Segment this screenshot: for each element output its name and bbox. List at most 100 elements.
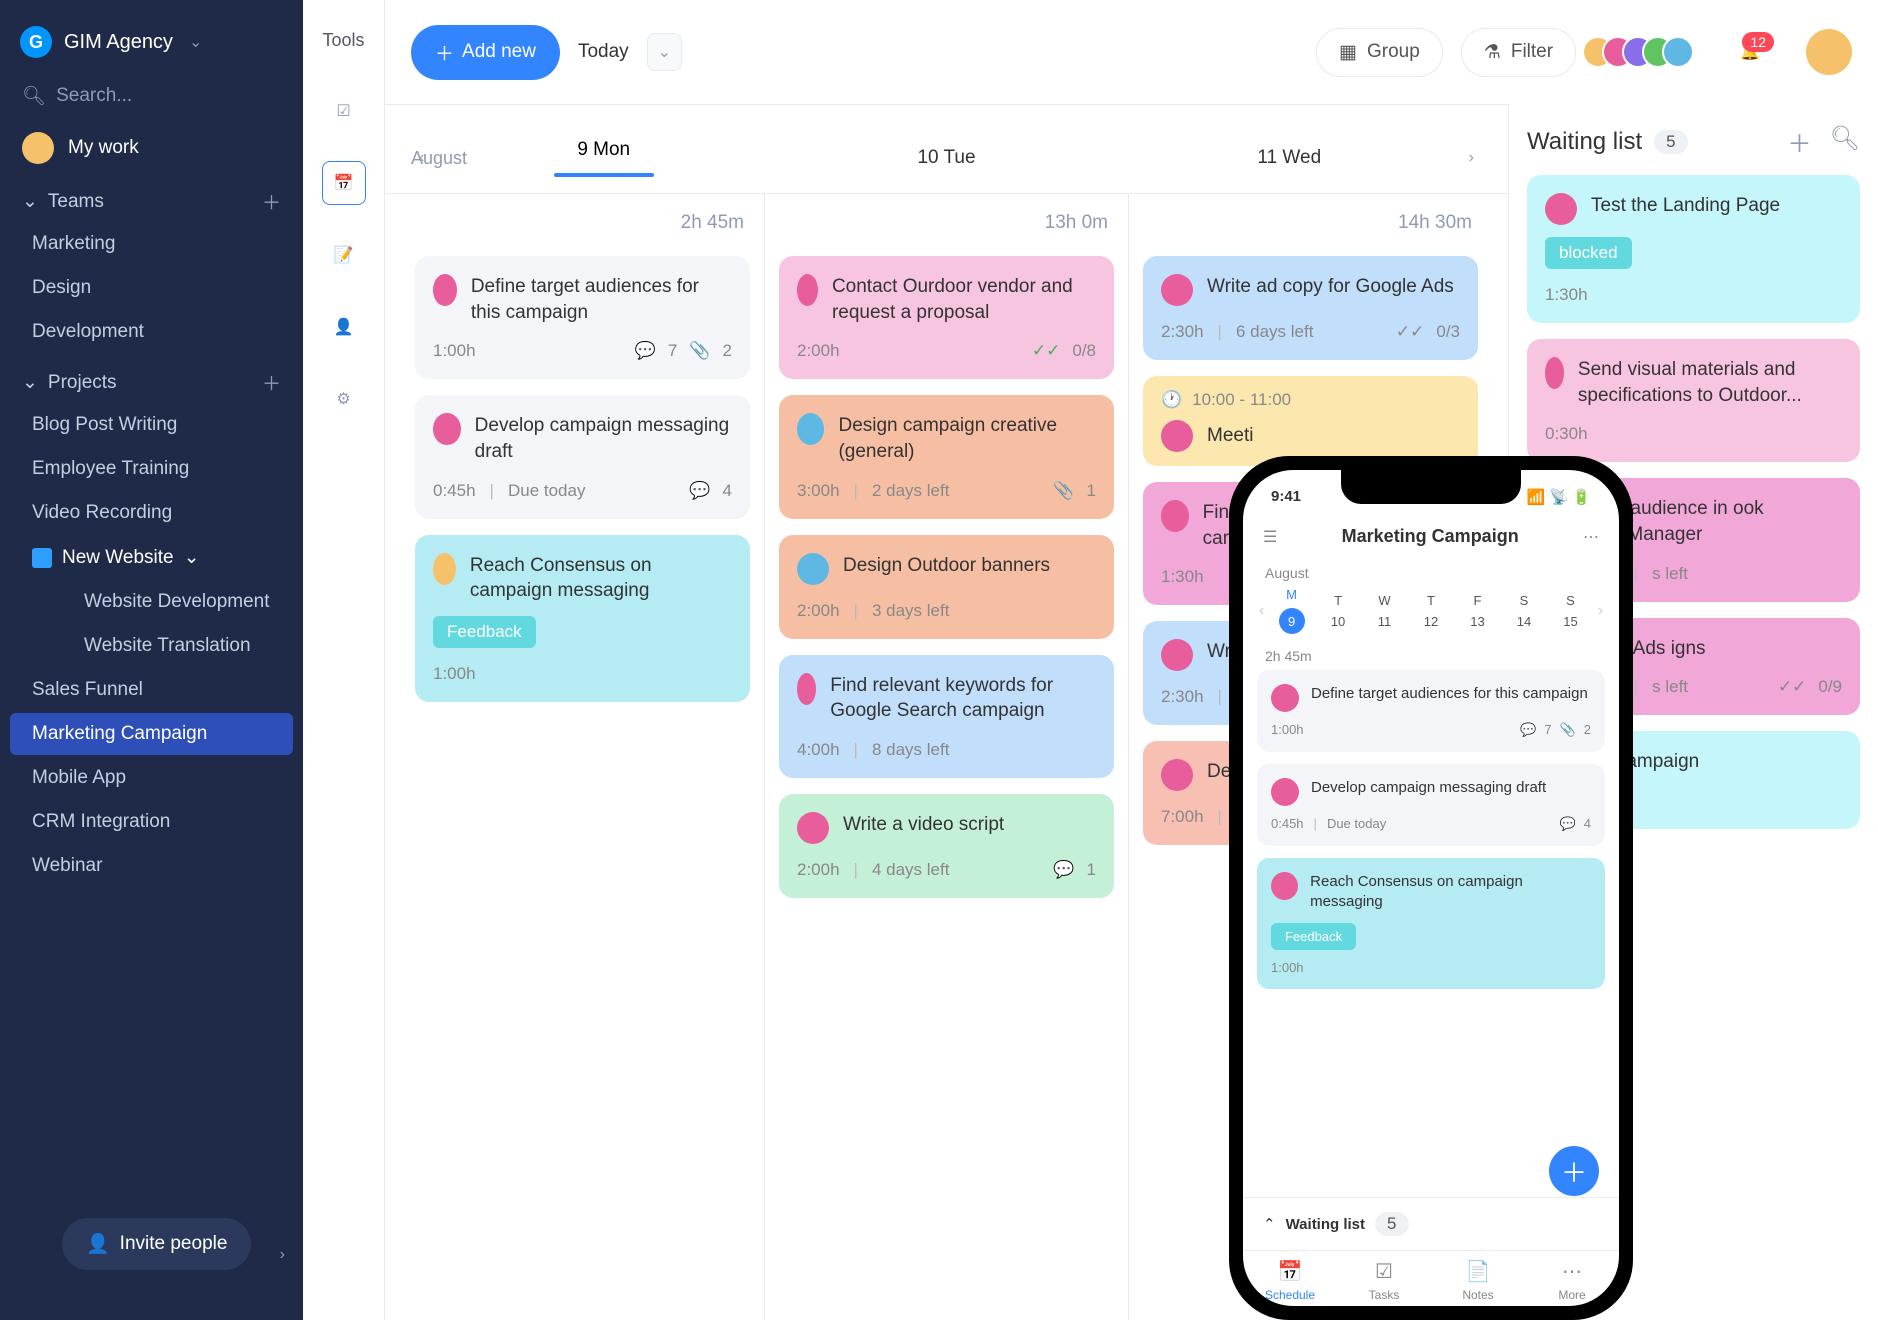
day-tab[interactable]: 11 Wed bbox=[1118, 131, 1461, 185]
phone-day[interactable]: S15 bbox=[1547, 593, 1593, 629]
team-item[interactable]: Marketing bbox=[10, 223, 293, 265]
more-icon: ⋯ bbox=[1525, 1259, 1619, 1284]
team-item[interactable]: Design bbox=[10, 267, 293, 309]
filter-icon: ⚗ bbox=[1484, 41, 1501, 64]
project-item[interactable]: Sales Funnel bbox=[10, 669, 293, 711]
avatar bbox=[797, 553, 829, 585]
phone-day[interactable]: S14 bbox=[1501, 593, 1547, 629]
phone-waiting-toggle[interactable]: ⌃ Waiting list 5 bbox=[1243, 1197, 1619, 1250]
avatar bbox=[1161, 274, 1193, 306]
projects-header[interactable]: ⌄ Projects ＋ bbox=[0, 355, 303, 402]
project-item[interactable]: Mobile App bbox=[10, 757, 293, 799]
workspace-logo: G bbox=[20, 26, 52, 58]
next-week-icon[interactable]: › bbox=[1594, 602, 1607, 620]
settings-tool-icon[interactable]: ⚙ bbox=[322, 377, 366, 421]
project-item[interactable]: Website Translation bbox=[10, 625, 293, 667]
prev-week-icon[interactable]: ‹ bbox=[1255, 602, 1268, 620]
task-card[interactable]: Develop campaign messaging draft 0:45h|D… bbox=[415, 395, 750, 518]
avatar bbox=[797, 413, 824, 445]
phone-task-card[interactable]: Define target audiences for this campaig… bbox=[1257, 670, 1605, 752]
menu-icon[interactable]: ☰ bbox=[1263, 527, 1277, 547]
comment-icon: 💬 bbox=[1520, 722, 1536, 738]
main-area: ＋ Add new Today ⌄ ▦ Group ⚗ Filter 🔔 12 bbox=[385, 0, 1878, 1320]
phone-notch bbox=[1341, 470, 1521, 504]
chevron-down-icon: ⌄ bbox=[22, 190, 38, 213]
comment-icon: 💬 bbox=[1053, 860, 1074, 880]
avatar bbox=[797, 274, 818, 306]
task-card[interactable]: Define target audiences for this campaig… bbox=[415, 256, 750, 379]
avatar bbox=[433, 553, 456, 585]
phone-tab-tasks[interactable]: ☑Tasks bbox=[1337, 1259, 1431, 1302]
current-user-avatar[interactable] bbox=[1806, 29, 1852, 75]
day-total: 14h 30m bbox=[1143, 212, 1478, 240]
add-project-button[interactable]: ＋ bbox=[262, 369, 281, 396]
phone-day[interactable]: W11 bbox=[1361, 593, 1407, 629]
task-card[interactable]: Write a video script 2:00h|4 days left💬1 bbox=[779, 794, 1114, 898]
group-button[interactable]: ▦ Group bbox=[1316, 28, 1443, 77]
day-tab[interactable]: 9 Mon bbox=[432, 123, 775, 193]
add-team-button[interactable]: ＋ bbox=[262, 188, 281, 215]
filter-button[interactable]: ⚗ Filter bbox=[1461, 28, 1576, 77]
collaborators[interactable] bbox=[1594, 36, 1694, 68]
phone-day[interactable]: T12 bbox=[1408, 593, 1454, 629]
day-total: 2h 45m bbox=[415, 212, 750, 240]
grid-icon: ▦ bbox=[1339, 41, 1357, 64]
phone-day-picker[interactable]: ‹ M9T10W11T12F13S14S15 › bbox=[1243, 587, 1619, 634]
my-work-link[interactable]: My work bbox=[0, 122, 303, 174]
day-tab[interactable]: 10 Tue bbox=[775, 131, 1118, 185]
phone-tab-schedule[interactable]: 📅Schedule bbox=[1243, 1259, 1337, 1302]
avatar bbox=[1271, 684, 1299, 712]
date-dropdown[interactable]: ⌄ bbox=[647, 33, 682, 71]
phone-day[interactable]: T10 bbox=[1315, 593, 1361, 629]
task-card[interactable]: Send visual materials and specifications… bbox=[1527, 339, 1860, 462]
workspace-selector[interactable]: G GIM Agency ⌄ bbox=[0, 14, 303, 70]
project-item[interactable]: CRM Integration bbox=[10, 801, 293, 843]
notifications-button[interactable]: 🔔 12 bbox=[1740, 42, 1760, 62]
invite-people-button[interactable]: 👤 Invite people bbox=[62, 1218, 251, 1270]
people-tool-icon[interactable]: 👤 bbox=[322, 305, 366, 349]
phone-day[interactable]: F13 bbox=[1454, 593, 1500, 629]
search-icon: 🔍︎ bbox=[22, 84, 46, 108]
task-card[interactable]: Write ad copy for Google Ads 2:30h|6 day… bbox=[1143, 256, 1478, 360]
tool-rail: Tools ☑ 📅 📝 👤 ⚙ bbox=[303, 0, 385, 1320]
project-item[interactable]: Employee Training bbox=[10, 448, 293, 490]
today-button[interactable]: Today bbox=[578, 41, 629, 63]
person-add-icon: 👤 bbox=[86, 1232, 110, 1256]
teams-header[interactable]: ⌄ Teams ＋ bbox=[0, 174, 303, 221]
team-item[interactable]: Development bbox=[10, 311, 293, 353]
task-card[interactable]: Find relevant keywords for Google Search… bbox=[779, 655, 1114, 778]
more-icon[interactable]: ⋯ bbox=[1583, 527, 1599, 547]
project-item[interactable]: Video Recording bbox=[10, 492, 293, 534]
sidebar: G GIM Agency ⌄ 🔍︎ Search... My work ⌄ Te… bbox=[0, 0, 303, 1320]
phone-task-card[interactable]: Develop campaign messaging draft 0:45h|D… bbox=[1257, 764, 1605, 846]
project-item[interactable]: Website Development bbox=[10, 581, 293, 623]
phone-day-total: 2h 45m bbox=[1243, 634, 1619, 670]
project-item-active[interactable]: Marketing Campaign bbox=[10, 713, 293, 755]
phone-tab-more[interactable]: ⋯More bbox=[1525, 1259, 1619, 1302]
calendar-tool-icon[interactable]: 📅 bbox=[322, 161, 366, 205]
date-header: August ‹ 9 Mon 10 Tue 11 Wed › bbox=[385, 104, 1508, 193]
task-card[interactable]: Contact Ourdoor vendor and request a pro… bbox=[779, 256, 1114, 379]
next-day-button[interactable]: › bbox=[1461, 141, 1482, 175]
phone-day[interactable]: M9 bbox=[1268, 587, 1314, 634]
avatar bbox=[1161, 639, 1193, 671]
task-card[interactable]: Test the Landing Page blocked 1:30h bbox=[1527, 175, 1860, 323]
phone-task-card[interactable]: Reach Consensus on campaign messaging Fe… bbox=[1257, 858, 1605, 989]
phone-tab-notes[interactable]: 📄Notes bbox=[1431, 1259, 1525, 1302]
search-waiting-button[interactable]: 🔍︎ bbox=[1830, 124, 1860, 159]
task-card[interactable]: Reach Consensus on campaign messaging Fe… bbox=[415, 535, 750, 702]
checkbox-tool-icon[interactable]: ☑ bbox=[322, 89, 366, 133]
add-waiting-button[interactable]: ＋ bbox=[1788, 124, 1812, 159]
project-folder[interactable]: New Website ⌄ bbox=[10, 536, 293, 579]
add-new-button[interactable]: ＋ Add new bbox=[411, 25, 560, 80]
project-item[interactable]: Webinar bbox=[10, 845, 293, 887]
search-input[interactable]: 🔍︎ Search... bbox=[0, 70, 303, 122]
chevron-down-icon: ⌄ bbox=[658, 44, 671, 61]
notes-tool-icon[interactable]: 📝 bbox=[322, 233, 366, 277]
task-card[interactable]: Design Outdoor banners 2:00h|3 days left bbox=[779, 535, 1114, 639]
add-task-fab[interactable]: ＋ bbox=[1549, 1146, 1599, 1196]
collapse-sidebar-button[interactable]: › bbox=[280, 1246, 285, 1264]
calendar-event[interactable]: 🕐10:00 - 11:00 Meeti bbox=[1143, 376, 1478, 466]
task-card[interactable]: Design campaign creative (general) 3:00h… bbox=[779, 395, 1114, 518]
project-item[interactable]: Blog Post Writing bbox=[10, 404, 293, 446]
